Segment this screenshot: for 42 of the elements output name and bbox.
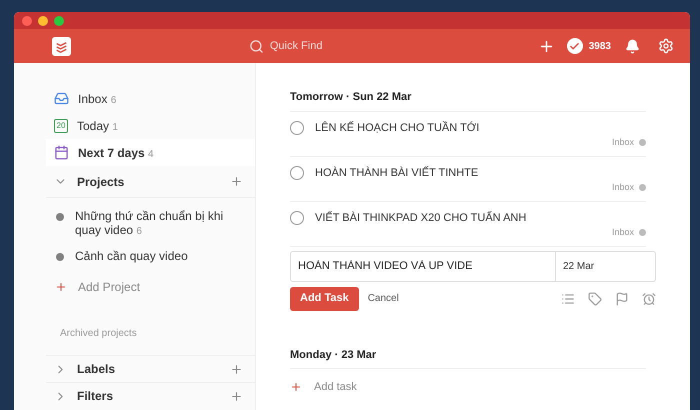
- task-title: VIẾT BÀI THINKPAD X20 CHO TUẤN ANH: [315, 210, 526, 226]
- add-icon[interactable]: [230, 390, 243, 402]
- section-title[interactable]: Projects: [77, 172, 230, 190]
- settings-icon[interactable]: [658, 38, 674, 54]
- date-input[interactable]: 22 Mar: [556, 250, 656, 282]
- inbox-icon: [54, 91, 69, 106]
- add-icon: [290, 381, 302, 394]
- project-item[interactable]: Cảnh cần quay video: [75, 249, 188, 263]
- add-task-link[interactable]: Add task: [314, 379, 357, 396]
- section-title[interactable]: Labels: [77, 360, 230, 378]
- add-task-button[interactable]: Add Task: [290, 286, 359, 310]
- minimize-button[interactable]: [38, 16, 48, 26]
- list-icon[interactable]: [561, 292, 575, 306]
- add-icon[interactable]: [230, 175, 243, 188]
- task-checkbox[interactable]: [290, 210, 304, 225]
- section-title[interactable]: Filters: [77, 387, 230, 405]
- project-item[interactable]: Những thứ cần chuẩn bị khi quay video 6: [75, 209, 235, 239]
- day-heading: Monday · 23 Mar: [290, 346, 646, 369]
- task-checkbox[interactable]: [290, 120, 304, 135]
- notifications-icon[interactable]: [625, 38, 640, 54]
- zoom-button[interactable]: [54, 16, 64, 26]
- nav-item[interactable]: Inbox 6: [46, 85, 255, 112]
- search-icon: [248, 38, 264, 54]
- tag-icon[interactable]: [588, 292, 602, 306]
- karma-score: 3983: [588, 40, 611, 54]
- calendar-icon: [54, 145, 69, 160]
- add-icon: [55, 281, 67, 293]
- add-icon[interactable]: [230, 362, 243, 376]
- cancel-button[interactable]: Cancel: [368, 291, 399, 306]
- flag-icon[interactable]: [615, 292, 629, 306]
- nav-item[interactable]: 20 Today 1: [46, 112, 255, 139]
- task-title: HOÀN THÀNH BÀI VIẾT TINHTE: [315, 165, 478, 180]
- alarm-clock-icon[interactable]: [642, 292, 656, 306]
- task-checkbox[interactable]: [290, 166, 304, 180]
- app-logo-icon: [52, 36, 71, 56]
- karma-check-icon[interactable]: [566, 38, 583, 54]
- calendar-day-icon: 20: [54, 118, 68, 132]
- task-title: LÊN KẾ HOẠCH CHO TUẦN TỚI: [315, 120, 480, 136]
- day-heading: Tomorrow · Sun 22 Mar: [290, 89, 646, 112]
- close-button[interactable]: [22, 16, 32, 26]
- nav-item[interactable]: Next 7 days 4: [46, 139, 255, 166]
- quick-find-field[interactable]: Quick Find: [248, 38, 350, 54]
